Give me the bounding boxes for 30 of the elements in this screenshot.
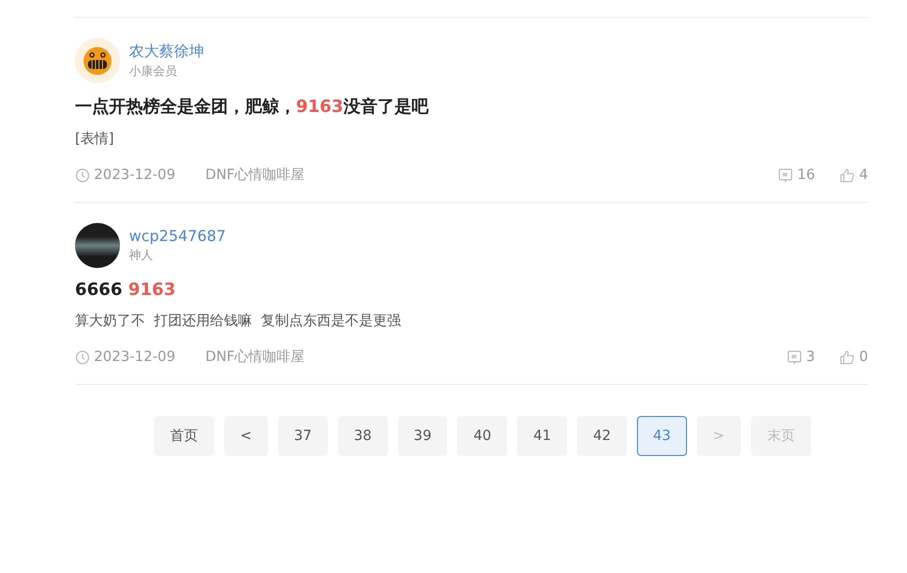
clock-icon <box>75 350 90 364</box>
comment-icon[interactable] <box>787 350 802 364</box>
page-button[interactable]: 40 <box>457 416 508 456</box>
clock-icon <box>75 168 90 182</box>
avatar-photo-placeholder[interactable] <box>75 223 120 268</box>
member-rank: 小康会员 <box>129 62 178 80</box>
post-title[interactable]: 6666 9163 <box>75 280 868 300</box>
comment-count: 16 <box>797 167 816 183</box>
post-date: 2023-12-09 <box>94 349 176 365</box>
thumbs-up-icon[interactable] <box>839 168 856 182</box>
face-avatar-icon <box>75 38 120 83</box>
thumbs-up-icon[interactable] <box>839 350 856 364</box>
page-button[interactable]: 42 <box>577 416 627 456</box>
author-name[interactable]: 农大蔡徐坤 <box>129 42 204 60</box>
post-body: [表情] <box>75 130 115 148</box>
page-button[interactable]: < <box>224 416 268 456</box>
like-count: 4 <box>859 167 868 183</box>
page-button[interactable]: 37 <box>278 416 328 456</box>
like-count: 0 <box>859 349 868 365</box>
page-button[interactable]: 39 <box>398 416 448 456</box>
post-body: 算大奶了不 打团还用给钱嘛 复制点东西是不是更强 <box>75 312 402 330</box>
comment-icon[interactable] <box>778 168 794 182</box>
comment-count: 3 <box>806 349 816 365</box>
page-button[interactable]: 首页 <box>154 416 214 456</box>
member-rank: 神人 <box>129 247 154 264</box>
post-title[interactable]: 一点开热榜全是金团，肥鲸，9163没音了是吧 <box>75 95 868 118</box>
author-name[interactable]: wcp2547687 <box>129 227 226 245</box>
page-button[interactable]: 38 <box>338 416 388 456</box>
post-date: 2023-12-09 <box>94 167 176 183</box>
page-button[interactable]: 41 <box>517 416 568 456</box>
